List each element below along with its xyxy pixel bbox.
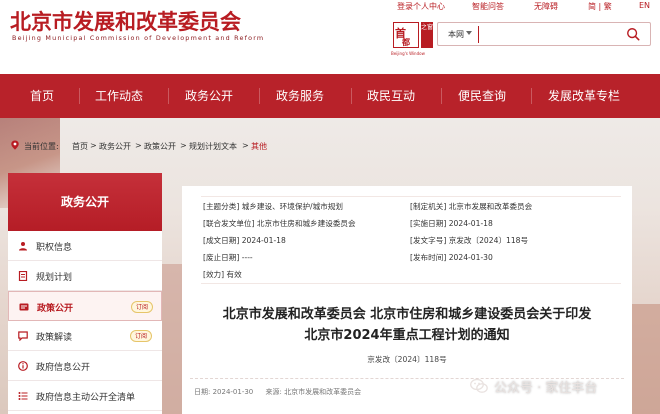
info-icon <box>18 361 28 371</box>
document-footer: 日期: 2024-01-30 来源: 北京市发展和改革委员会 <box>194 387 371 397</box>
nav-divider <box>168 88 169 104</box>
metadata-row: [效力] 有效 <box>201 266 621 283</box>
breadcrumb-policy-disclosure[interactable]: 政策公开 <box>144 141 176 152</box>
search-icon <box>627 28 640 41</box>
meta-abolished-date: [废止日期] ---- <box>203 253 253 262</box>
main-nav: 首页 工作动态 政务公开 政务服务 政民互动 便民查询 发展改革专栏 <box>0 74 660 118</box>
footer-date: 日期: 2024-01-30 <box>194 388 254 396</box>
chat-icon <box>18 331 28 341</box>
nav-reform-column[interactable]: 发展改革专栏 <box>548 74 620 118</box>
nav-divider <box>79 88 80 104</box>
breadcrumb-separator: > <box>242 141 249 150</box>
breadcrumb-label: 当前位置: <box>24 142 59 151</box>
policy-icon <box>19 303 29 311</box>
sidebar-item-label: 职权信息 <box>36 243 73 253</box>
meta-published-time: [发布时间] 2024-01-30 <box>410 253 493 262</box>
meta-validity: [效力] 有效 <box>203 270 242 279</box>
sidebar-item-policy-interpretation[interactable]: 政策解读 订阅 <box>8 321 162 351</box>
meta-topic: [主题分类] 城乡建设、环境保护/城市规划 <box>203 202 343 211</box>
sidebar-item-policy-disclosure[interactable]: 政策公开 订阅 <box>8 291 162 321</box>
list-icon <box>18 392 28 400</box>
document-title-line-2: 北京市2024年重点工程计划的通知 <box>304 328 510 343</box>
document-icon <box>18 271 28 281</box>
breadcrumb-separator: > <box>180 141 187 150</box>
nav-work-news[interactable]: 工作动态 <box>95 74 143 118</box>
site-subtitle: Beijing Municipal Commission of Developm… <box>12 34 265 42</box>
nav-public-interaction[interactable]: 政民互动 <box>367 74 415 118</box>
login-link[interactable]: 登录个人中心 <box>397 1 445 12</box>
sidebar-item-planning[interactable]: 规划计划 <box>8 261 162 291</box>
search-button[interactable] <box>626 26 644 43</box>
sidebar: 政务公开 职权信息 规划计划 政策公开 订阅 政策解读 订阅 政府信息公开 政府… <box>8 173 162 414</box>
nav-divider <box>441 88 442 104</box>
nav-government-services[interactable]: 政务服务 <box>276 74 324 118</box>
watermark-text: 公众号 · 家住丰台 <box>494 381 598 396</box>
metadata-row: [主题分类] 城乡建设、环境保护/城市规划 [制定机关] 北京市发展和改革委员会 <box>201 198 621 215</box>
accessibility-link[interactable]: 无障碍 <box>534 1 558 12</box>
breadcrumb-current: 其他 <box>251 142 267 151</box>
search-scope-select[interactable]: 本网 <box>448 29 464 40</box>
chevron-down-icon[interactable] <box>466 31 472 35</box>
footer-source: 来源: 北京市发展和改革委员会 <box>265 388 362 396</box>
nav-convenience-query[interactable]: 便民查询 <box>458 74 506 118</box>
sidebar-item-label: 政策解读 <box>36 333 73 343</box>
site-header: 北京市发展和改革委员会 Beijing Municipal Commission… <box>0 0 660 74</box>
sidebar-item-label: 规划计划 <box>36 273 73 283</box>
logo-seal: 之窗 <box>421 22 433 48</box>
sidebar-item-label: 政府信息主动公开全清单 <box>36 393 136 403</box>
language-toggle[interactable]: 简 | 繁 <box>588 1 612 12</box>
sidebar-item-label: 政策公开 <box>37 304 74 314</box>
metadata-row: [成文日期] 2024-01-18 [发文字号] 京发改〔2024〕118号 <box>201 232 621 249</box>
sidebar-item-government-info[interactable]: 政府信息公开 <box>8 351 162 381</box>
sidebar-item-active-disclosure-list[interactable]: 政府信息主动公开全清单 <box>8 381 162 411</box>
nav-divider <box>259 88 260 104</box>
meta-issuer: [制定机关] 北京市发展和改革委员会 <box>410 202 533 211</box>
breadcrumb-government-affairs[interactable]: 政务公开 <box>99 141 131 152</box>
site-title[interactable]: 北京市发展和改革委员会 <box>10 6 241 36</box>
subscribe-badge[interactable]: 订阅 <box>130 330 153 342</box>
top-links: 登录个人中心 智能问答 无障碍 简 | 繁 EN <box>394 1 660 13</box>
smart-qa-link[interactable]: 智能问答 <box>472 1 504 12</box>
sidebar-item-authority-info[interactable]: 职权信息 <box>8 231 162 261</box>
nav-home[interactable]: 首页 <box>30 74 54 118</box>
meta-joint-issuer: [联合发文单位] 北京市住房和城乡建设委员会 <box>203 219 356 228</box>
subscribe-badge[interactable]: 订阅 <box>131 301 154 313</box>
nav-government-affairs[interactable]: 政务公开 <box>185 74 233 118</box>
sidebar-title: 政务公开 <box>8 173 162 231</box>
document-title-line-1: 北京市发展和改革委员会 北京市住房和城乡建设委员会关于印发 <box>222 307 592 322</box>
user-icon <box>19 242 27 251</box>
logo-caption: Beijing's Window <box>391 51 425 56</box>
location-pin-icon <box>11 140 19 150</box>
meta-effective-date: [实施日期] 2024-01-18 <box>410 219 493 228</box>
meta-document-number: [发文字号] 京发改〔2024〕118号 <box>410 236 529 245</box>
capital-window-logo[interactable]: 首 都 <box>393 22 419 48</box>
document-number: 京发改〔2024〕118号 <box>367 355 447 364</box>
wechat-icon <box>470 378 488 393</box>
sidebar-item-label: 政府信息公开 <box>36 363 91 373</box>
metadata-row: [废止日期] ---- [发布时间] 2024-01-30 <box>201 249 621 266</box>
nav-divider <box>531 88 532 104</box>
search-bar: 本网 <box>437 22 651 46</box>
breadcrumb-separator: > <box>135 141 142 150</box>
nav-divider <box>351 88 352 104</box>
english-link[interactable]: EN <box>639 1 650 10</box>
logo-char-bottom: 都 <box>402 38 410 47</box>
breadcrumb-plan-texts[interactable]: 规划计划文本 <box>189 141 237 152</box>
breadcrumb-separator: > <box>90 141 97 150</box>
metadata-row: [联合发文单位] 北京市住房和城乡建设委员会 [实施日期] 2024-01-18 <box>201 215 621 232</box>
breadcrumb-home[interactable]: 首页 <box>72 141 88 152</box>
document-metadata: [主题分类] 城乡建设、环境保护/城市规划 [制定机关] 北京市发展和改革委员会… <box>201 196 621 284</box>
search-input[interactable] <box>478 26 618 43</box>
meta-created-date: [成文日期] 2024-01-18 <box>203 236 286 245</box>
